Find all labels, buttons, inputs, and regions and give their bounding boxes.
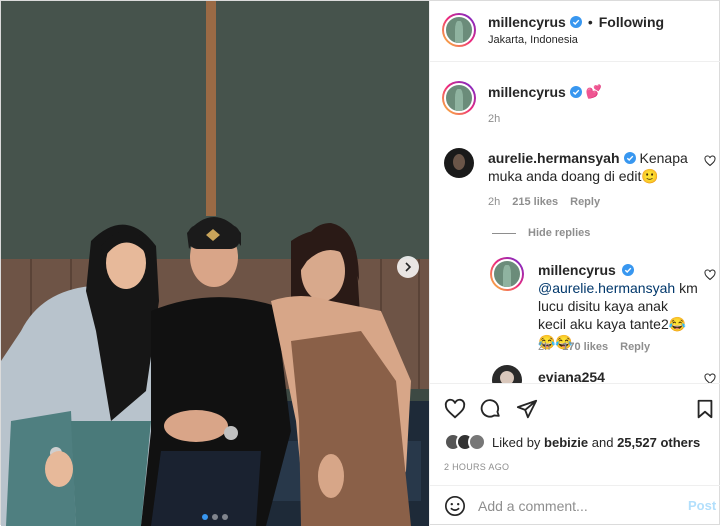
heart-icon[interactable]	[704, 269, 716, 281]
liker-avatar	[468, 433, 486, 451]
likes-prefix: Liked by	[492, 434, 541, 450]
likes-summary: Liked by bebizie and 25,527 others	[444, 433, 700, 451]
bookmark-icon[interactable]	[694, 398, 716, 420]
comment-body: aurelie.hermansyah Kenapa muka anda doan…	[488, 149, 698, 185]
caption-text: 💕	[585, 84, 603, 99]
heart-icon[interactable]	[704, 155, 716, 167]
verified-icon	[569, 16, 582, 28]
chevron-right-icon	[405, 262, 412, 272]
photo-illustration	[1, 1, 429, 526]
comment-time[interactable]: 2h	[488, 196, 500, 208]
commenter-username[interactable]: eviana254	[538, 369, 605, 383]
emoji-icon[interactable]	[444, 495, 466, 517]
post-timestamp[interactable]: 2 HOURS AGO	[444, 462, 509, 472]
comment-input[interactable]	[478, 495, 673, 517]
caption-avatar[interactable]	[442, 81, 476, 115]
mention-link[interactable]: @aurelie.hermansyah	[538, 280, 675, 296]
author-username[interactable]: millencyrus	[488, 14, 566, 30]
caption: millencyrus 💕	[488, 84, 602, 100]
next-photo-button[interactable]	[397, 256, 419, 278]
header-user-row: millencyrus • Following	[488, 14, 664, 30]
post-photo[interactable]	[1, 1, 429, 526]
heart-icon[interactable]	[704, 373, 716, 383]
likes-count[interactable]: 25,527 others	[617, 435, 700, 450]
carousel-dot	[222, 514, 228, 520]
location-link[interactable]: Jakarta, Indonesia	[488, 34, 578, 46]
caption-username[interactable]: millencyrus	[488, 84, 566, 100]
comments-section: millencyrus 💕 2h aurelie.hermansyah Kena…	[430, 63, 720, 383]
instagram-post: millencyrus • Following Jakarta, Indones…	[0, 0, 720, 526]
comment-meta: 2h 215 likes Reply	[488, 196, 600, 208]
verified-icon	[569, 86, 582, 98]
reply-avatar[interactable]	[490, 257, 524, 291]
carousel-dot	[212, 514, 218, 520]
verified-icon	[621, 264, 634, 277]
liker-username[interactable]: bebizie	[544, 435, 588, 450]
hide-replies-button[interactable]: Hide replies	[492, 227, 590, 239]
reply-likes[interactable]: 170 likes	[562, 341, 608, 353]
commenter-avatar[interactable]	[492, 365, 522, 383]
comment-likes[interactable]: 215 likes	[512, 196, 558, 208]
comment-icon[interactable]	[480, 398, 502, 420]
commenter-username[interactable]: aurelie.hermansyah	[488, 150, 620, 166]
carousel-dot-active	[202, 514, 208, 520]
post-side-panel: millencyrus • Following Jakarta, Indones…	[429, 1, 720, 526]
separator: •	[587, 14, 593, 30]
post-header: millencyrus • Following Jakarta, Indones…	[430, 1, 720, 62]
following-button[interactable]: Following	[599, 14, 664, 30]
commenter-avatar[interactable]	[444, 148, 474, 178]
post-comment-button[interactable]: Post	[688, 498, 716, 513]
reply-button[interactable]: Reply	[620, 341, 650, 353]
verified-icon	[623, 152, 636, 165]
hide-replies-label: Hide replies	[528, 227, 591, 239]
action-bar	[430, 383, 720, 433]
reply-username[interactable]: millencyrus	[538, 262, 616, 278]
heart-icon[interactable]	[444, 398, 466, 420]
likes-middle: and	[591, 434, 614, 450]
share-icon[interactable]	[516, 398, 538, 420]
reply-time[interactable]: 2h	[538, 341, 550, 353]
author-avatar[interactable]	[442, 13, 476, 47]
add-comment-bar: Post	[430, 485, 720, 526]
carousel-indicator	[1, 514, 429, 520]
reply-button[interactable]: Reply	[570, 196, 600, 208]
divider	[492, 232, 516, 234]
reply-meta: 2h 170 likes Reply	[538, 341, 650, 353]
reply-body: millencyrus @aurelie.hermansyah km lucu …	[538, 261, 698, 351]
caption-time[interactable]: 2h	[488, 113, 500, 125]
